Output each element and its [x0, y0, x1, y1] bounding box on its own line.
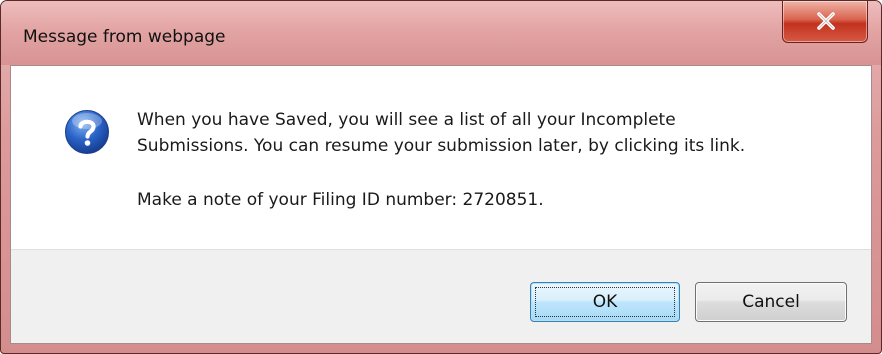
close-button[interactable]	[782, 1, 868, 43]
question-icon	[65, 110, 109, 154]
close-icon	[817, 12, 835, 30]
ok-button-label: OK	[592, 292, 618, 312]
message-area: When you have Saved, you will see a list…	[11, 66, 871, 249]
dialog-title: Message from webpage	[23, 27, 226, 47]
cancel-button[interactable]: Cancel	[695, 282, 847, 322]
dialog-content: When you have Saved, you will see a list…	[10, 65, 872, 344]
message-line-2: Submissions. You can resume your submiss…	[137, 136, 746, 156]
button-area: OK Cancel	[11, 249, 871, 343]
message-line-1: When you have Saved, you will see a list…	[137, 110, 676, 130]
title-bar[interactable]: Message from webpage	[1, 1, 881, 65]
filing-id-note: Make a note of your Filing ID number: 27…	[137, 190, 544, 210]
dialog-window: Message from webpage When you have Saved…	[0, 0, 882, 354]
cancel-button-label: Cancel	[742, 292, 800, 312]
ok-button[interactable]: OK	[530, 282, 680, 322]
